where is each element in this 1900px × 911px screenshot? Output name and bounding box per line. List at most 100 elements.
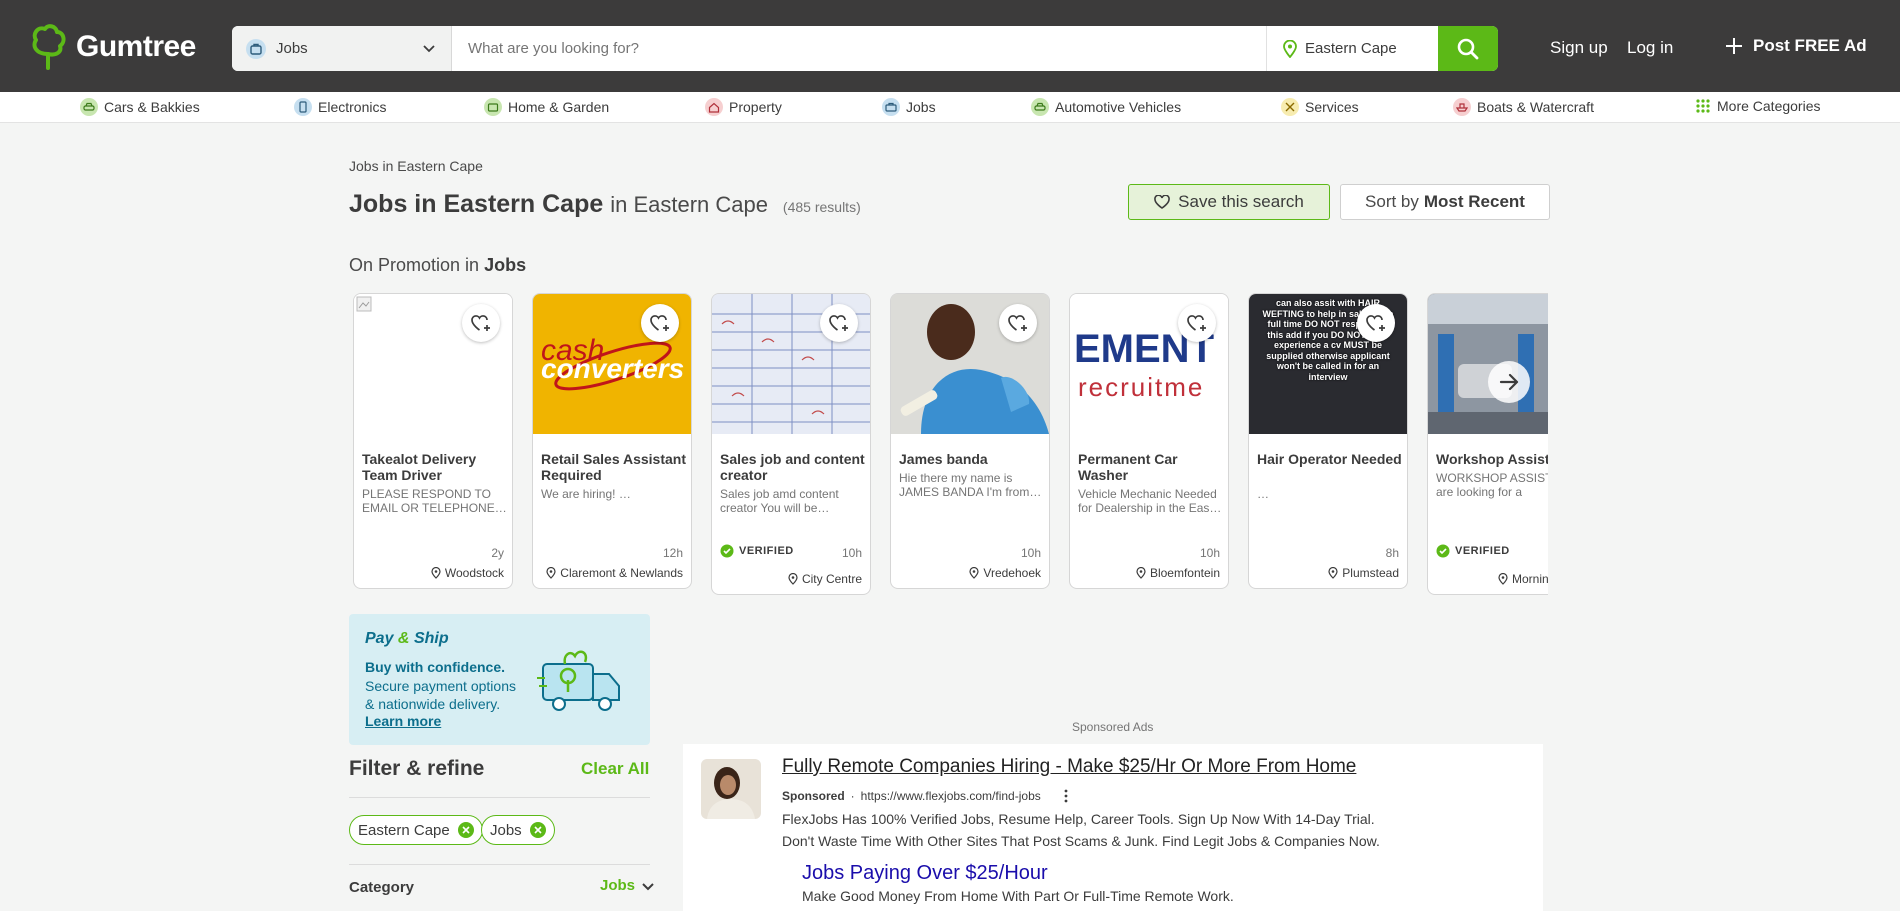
verified-badge: VERIFIED: [1436, 544, 1510, 558]
heart-plus-icon: [471, 315, 490, 331]
nav-property[interactable]: Property: [705, 98, 782, 116]
nav-more-categories[interactable]: More Categories: [1695, 98, 1821, 114]
learn-more-link[interactable]: Learn more: [365, 713, 441, 729]
sponsored-ads-label: Sponsored Ads: [1072, 720, 1154, 734]
listing-title: Sales job and content creator: [720, 451, 865, 483]
pay-ship-banner: Pay & Ship Buy with confidence. Secure p…: [349, 614, 650, 745]
broken-image-icon: [356, 296, 372, 312]
listing-description: Sales job amd content creator You will b…: [720, 487, 839, 515]
listing-card[interactable]: Sales job and content creator Sales job …: [711, 293, 871, 595]
save-search-button[interactable]: Save this search: [1128, 184, 1330, 220]
arrow-right-icon: [1499, 373, 1519, 391]
listing-card[interactable]: James banda Hie there my name is JAMES B…: [890, 293, 1050, 589]
nav-electronics[interactable]: Electronics: [294, 98, 386, 116]
listing-description: Hie there my name is JAMES BANDA I'm fro…: [899, 471, 1042, 499]
listing-location: Bloemfontein: [1136, 566, 1220, 580]
clear-all-link[interactable]: Clear All: [581, 759, 649, 779]
ad-sitelink[interactable]: Jobs Paying Over $25/Hour: [802, 862, 1048, 885]
listing-card[interactable]: cash converters Retail Sales Assistant R…: [532, 293, 692, 589]
gumtree-logo[interactable]: Gumtree: [28, 24, 196, 70]
tree-logo-icon: [32, 24, 66, 70]
listing-location: Woodstock: [431, 566, 504, 580]
post-free-ad-button[interactable]: Post FREE Ad: [1725, 36, 1867, 56]
nav-automotive-vehicles[interactable]: Automotive Vehicles: [1031, 98, 1181, 116]
car-icon: [80, 98, 98, 116]
listing-card[interactable]: Takealot Delivery Team Driver Partner… P…: [353, 293, 513, 589]
verified-badge: VERIFIED: [720, 544, 794, 558]
listing-card[interactable]: EMENT recruitme Permanent Car Washer Veh…: [1069, 293, 1229, 589]
listing-card[interactable]: can also assit with HAIR WEFTING to help…: [1248, 293, 1408, 589]
verified-label: VERIFIED: [1455, 545, 1510, 557]
sponsored-ad: Fully Remote Companies Hiring - Make $25…: [683, 744, 1543, 911]
post-ad-label: Post FREE Ad: [1753, 36, 1867, 55]
search-input[interactable]: [452, 26, 1266, 71]
filter-chip-category[interactable]: Jobs: [481, 815, 555, 845]
ad-thumbnail[interactable]: [701, 759, 761, 819]
nav-label: Cars & Bakkies: [104, 99, 200, 115]
category-filter-toggle[interactable]: Jobs: [600, 877, 655, 894]
kebab-menu-icon[interactable]: [1061, 789, 1071, 803]
promoted-listings-carousel: Takealot Delivery Team Driver Partner… P…: [353, 293, 1548, 597]
ad-description-line: FlexJobs Has 100% Verified Jobs, Resume …: [782, 811, 1375, 827]
filter-chip-location[interactable]: Eastern Cape: [349, 815, 483, 845]
nav-boats-watercraft[interactable]: Boats & Watercraft: [1453, 98, 1594, 116]
nav-cars-bakkies[interactable]: Cars & Bakkies: [80, 98, 200, 116]
ad-headline-link[interactable]: Fully Remote Companies Hiring - Make $25…: [782, 756, 1356, 778]
favourite-button[interactable]: [999, 304, 1037, 342]
sort-dropdown[interactable]: Sort by Most Recent: [1340, 184, 1550, 220]
woman-portrait-graphic: [701, 759, 761, 819]
shield-check-icon: [720, 544, 734, 558]
nav-home-garden[interactable]: Home & Garden: [484, 98, 609, 116]
log-in-link[interactable]: Log in: [1627, 38, 1673, 58]
delivery-truck-icon: [537, 650, 620, 711]
location-pin-icon: [1328, 567, 1338, 579]
listing-description: Vehicle Mechanic Needed for Dealership i…: [1078, 487, 1222, 515]
nav-label: Jobs: [906, 99, 936, 115]
listing-location: City Centre: [788, 572, 862, 586]
favourite-button[interactable]: [462, 304, 500, 342]
listing-location: Claremont & Newlands: [546, 566, 683, 580]
favourite-button[interactable]: [1178, 304, 1216, 342]
category-filter-value: Jobs: [600, 877, 636, 894]
category-filter-label: Category: [349, 879, 415, 896]
category-select[interactable]: Jobs: [232, 26, 452, 71]
house-icon: [705, 98, 723, 116]
ad-url[interactable]: https://www.flexjobs.com/find-jobs: [861, 789, 1041, 803]
listing-location-text: Bloemfontein: [1149, 566, 1220, 580]
listing-description: WORKSHOP ASSIST - We are looking for a: [1436, 471, 1548, 499]
search-icon: [1457, 38, 1479, 59]
location-pin-icon: [969, 567, 979, 579]
sofa-icon: [484, 98, 502, 116]
heart-plus-icon: [650, 315, 669, 331]
nav-label: Automotive Vehicles: [1055, 99, 1182, 115]
breadcrumb[interactable]: Jobs in Eastern Cape: [349, 158, 483, 174]
nav-jobs[interactable]: Jobs: [882, 98, 936, 116]
listing-card[interactable]: Workshop Assista WORKSHOP ASSIST - We ar…: [1427, 293, 1548, 595]
listing-title: Takealot Delivery Team Driver Partner…: [362, 451, 477, 483]
listing-title: Retail Sales Assistant Required: [541, 451, 686, 483]
listing-time: 10h: [841, 546, 862, 560]
favourite-button[interactable]: [1357, 304, 1395, 342]
location-field[interactable]: Eastern Cape: [1266, 26, 1438, 71]
pay-ship-headline: Buy with confidence.: [365, 659, 506, 675]
carousel-next-button[interactable]: [1488, 361, 1530, 403]
nav-services[interactable]: Services: [1281, 98, 1359, 116]
boat-icon: [1453, 98, 1471, 116]
search-button[interactable]: [1438, 26, 1498, 71]
location-pin-icon: [1498, 573, 1508, 585]
close-icon[interactable]: [457, 822, 474, 838]
page-title-main: Jobs in Eastern Cape: [349, 190, 604, 218]
top-header: Gumtree Jobs Eastern Cape: [0, 0, 1900, 92]
favourite-button[interactable]: [820, 304, 858, 342]
listing-description: PLEASE RESPOND TO EMAIL OR TELEPHONE…: [362, 487, 507, 515]
nav-label: More Categories: [1717, 98, 1821, 114]
plus-icon: [1726, 38, 1742, 54]
page-title-location: in Eastern Cape: [610, 192, 768, 217]
chevron-down-icon: [423, 45, 435, 53]
result-count: (485 results): [782, 199, 861, 215]
close-icon[interactable]: [529, 822, 546, 838]
svg-text:converters: converters: [541, 353, 684, 384]
sign-up-link[interactable]: Sign up: [1550, 38, 1608, 58]
favourite-button[interactable]: [641, 304, 679, 342]
listing-title: James banda: [899, 451, 988, 467]
